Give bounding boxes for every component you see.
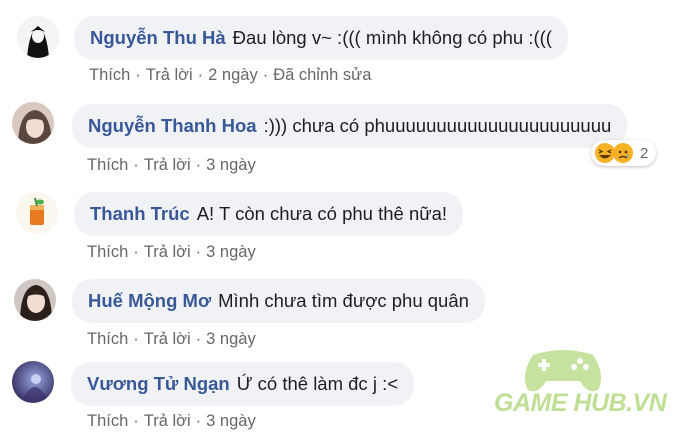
separator: · bbox=[262, 66, 269, 84]
comment-author[interactable]: Thanh Trúc bbox=[90, 204, 190, 224]
like-link[interactable]: Thích bbox=[87, 243, 128, 261]
sad-icon bbox=[613, 143, 633, 163]
like-link[interactable]: Thích bbox=[87, 330, 128, 348]
comment-author[interactable]: Nguyễn Thu Hà bbox=[90, 28, 226, 48]
separator: · bbox=[197, 66, 204, 84]
timestamp[interactable]: 3 ngày bbox=[206, 243, 256, 261]
avatar-image bbox=[12, 361, 54, 403]
comment-actions: Thích · Trả lời · 3 ngày bbox=[87, 330, 256, 349]
reply-link[interactable]: Trả lời bbox=[144, 412, 191, 430]
avatar[interactable] bbox=[16, 192, 58, 234]
like-link[interactable]: Thích bbox=[87, 412, 128, 430]
avatar-image bbox=[17, 16, 59, 58]
comment-bubble: Thanh Trúc A! T còn chưa có phu thê nữa! bbox=[74, 192, 464, 236]
comment-author[interactable]: Vương Tử Ngạn bbox=[87, 374, 230, 394]
timestamp[interactable]: 3 ngày bbox=[206, 156, 256, 174]
avatar[interactable] bbox=[17, 16, 59, 58]
timestamp[interactable]: 3 ngày bbox=[206, 412, 256, 430]
comment-bubble: Nguyễn Thu Hà Đau lòng v~ :((( mình khôn… bbox=[74, 16, 568, 60]
gamepad-icon bbox=[524, 350, 602, 392]
comment-bubble: Huế Mộng Mơ Mình chưa tìm được phu quân bbox=[72, 279, 485, 323]
comment-author[interactable]: Nguyễn Thanh Hoa bbox=[88, 116, 257, 136]
comment-text: Ứ có thê làm đc j :< bbox=[236, 372, 399, 394]
like-link[interactable]: Thích bbox=[89, 66, 130, 84]
comment-text: Đau lòng v~ :((( mình không có phu :((( bbox=[232, 26, 552, 48]
timestamp[interactable]: 3 ngày bbox=[206, 330, 256, 348]
watermark-text: GAME HUB.VN bbox=[494, 389, 667, 417]
reaction-summary[interactable]: 2 bbox=[591, 140, 657, 166]
comment-text: :))) chưa có phuuuuuuuuuuuuuuuuuuuuuu bbox=[263, 114, 612, 136]
separator: · bbox=[195, 412, 202, 430]
comment-actions: Thích · Trả lời · 3 ngày bbox=[87, 412, 256, 431]
comment-text: Mình chưa tìm được phu quân bbox=[218, 289, 469, 311]
avatar[interactable] bbox=[12, 361, 54, 403]
separator: · bbox=[195, 243, 202, 261]
avatar-image bbox=[14, 279, 56, 321]
reply-link[interactable]: Trả lời bbox=[144, 330, 191, 348]
comment-actions: Thích · Trả lời · 3 ngày bbox=[87, 243, 256, 262]
separator: · bbox=[135, 66, 141, 84]
separator: · bbox=[195, 156, 202, 174]
comment-actions: Thích · Trả lời · 2 ngày · Đã chỉnh sửa bbox=[89, 66, 371, 85]
avatar-image bbox=[12, 102, 54, 144]
comment-text: A! T còn chưa có phu thê nữa! bbox=[196, 202, 448, 224]
avatar[interactable] bbox=[12, 102, 54, 144]
separator: · bbox=[133, 156, 139, 174]
reply-link[interactable]: Trả lời bbox=[144, 156, 191, 174]
separator: · bbox=[195, 330, 202, 348]
avatar[interactable] bbox=[14, 279, 56, 321]
timestamp[interactable]: 2 ngày bbox=[208, 66, 258, 84]
comment-actions: Thích · Trả lời · 3 ngày bbox=[87, 156, 256, 175]
separator: · bbox=[133, 412, 139, 430]
reply-link[interactable]: Trả lời bbox=[146, 66, 193, 84]
comment-bubble: Nguyễn Thanh Hoa :))) chưa có phuuuuuuuu… bbox=[72, 104, 628, 148]
edited-label[interactable]: Đã chỉnh sửa bbox=[273, 66, 371, 84]
like-link[interactable]: Thích bbox=[87, 156, 128, 174]
reaction-count: 2 bbox=[640, 144, 649, 162]
separator: · bbox=[133, 330, 139, 348]
avatar-image bbox=[16, 192, 58, 234]
comment-bubble: Vương Tử Ngạn Ứ có thê làm đc j :< bbox=[71, 362, 415, 406]
separator: · bbox=[133, 243, 139, 261]
watermark: GAME HUB.VN bbox=[490, 345, 670, 420]
comment-author[interactable]: Huế Mộng Mơ bbox=[88, 291, 211, 311]
reply-link[interactable]: Trả lời bbox=[144, 243, 191, 261]
